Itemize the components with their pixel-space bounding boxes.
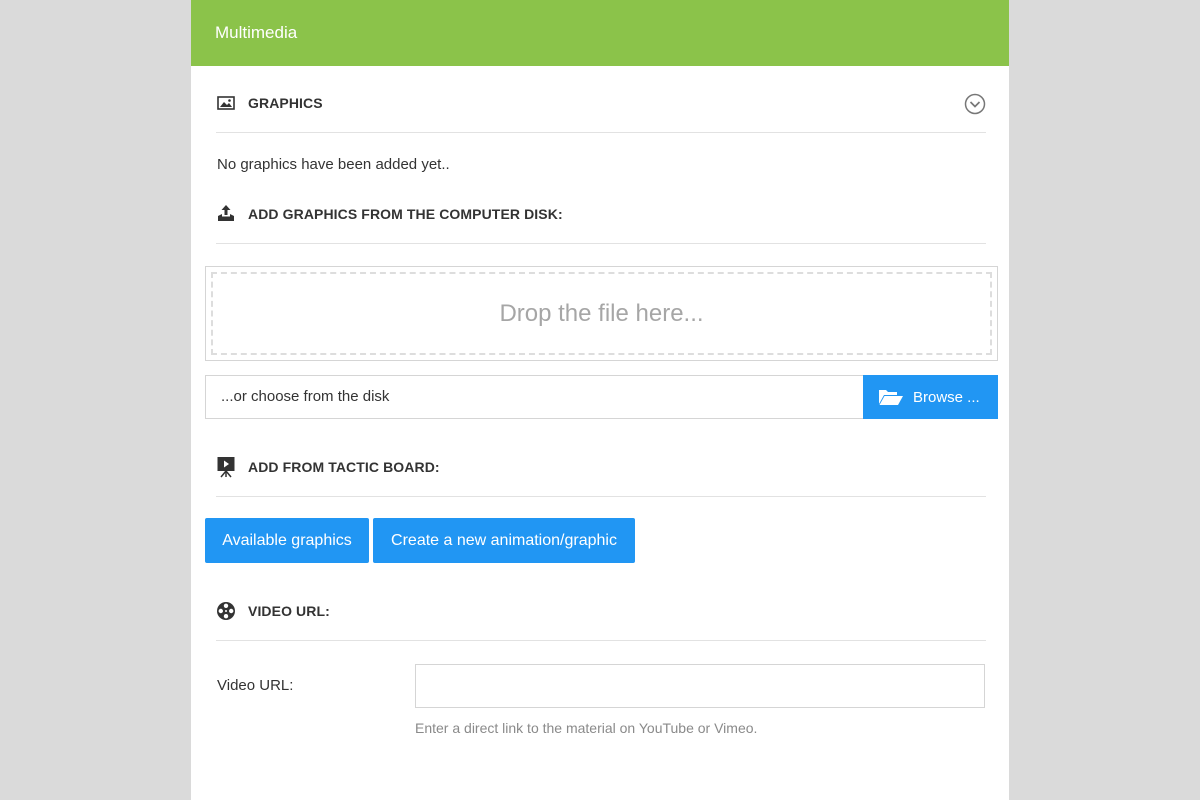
video-url-label: Video URL: [217, 677, 294, 694]
browse-button-label: Browse ... [913, 388, 980, 406]
disk-section-header: ADD GRAPHICS FROM THE COMPUTER DISK: [216, 204, 986, 244]
multimedia-panel: Multimedia GRAPHICS No graphics have bee… [191, 0, 1009, 800]
video-url-help: Enter a direct link to the material on Y… [415, 720, 758, 736]
file-chooser-text[interactable]: ...or choose from the disk [205, 375, 863, 419]
file-chooser: ...or choose from the disk Browse ... [205, 375, 998, 419]
chevron-down-circle-icon[interactable] [964, 93, 986, 115]
film-reel-icon [216, 601, 236, 621]
dropzone-text: Drop the file here... [211, 272, 992, 355]
image-icon [216, 93, 236, 113]
folder-open-icon [878, 388, 904, 406]
file-dropzone[interactable]: Drop the file here... [205, 266, 998, 361]
upload-icon [216, 204, 236, 224]
graphics-section-title: GRAPHICS [248, 95, 323, 111]
video-section-title: VIDEO URL: [248, 603, 330, 619]
disk-section-title: ADD GRAPHICS FROM THE COMPUTER DISK: [248, 206, 563, 222]
panel-header: Multimedia [191, 0, 1009, 66]
graphics-section-header[interactable]: GRAPHICS [216, 93, 986, 133]
tactic-section-title: ADD FROM TACTIC BOARD: [248, 459, 440, 475]
tactic-section-header: ADD FROM TACTIC BOARD: [216, 457, 986, 497]
browse-button[interactable]: Browse ... [863, 375, 998, 419]
graphics-empty-message: No graphics have been added yet.. [217, 156, 450, 173]
panel-title: Multimedia [215, 23, 298, 42]
create-animation-button[interactable]: Create a new animation/graphic [373, 518, 635, 563]
available-graphics-button[interactable]: Available graphics [205, 518, 369, 563]
video-section-header: VIDEO URL: [216, 601, 986, 641]
presentation-board-icon [216, 457, 236, 478]
video-url-input[interactable] [415, 664, 985, 708]
